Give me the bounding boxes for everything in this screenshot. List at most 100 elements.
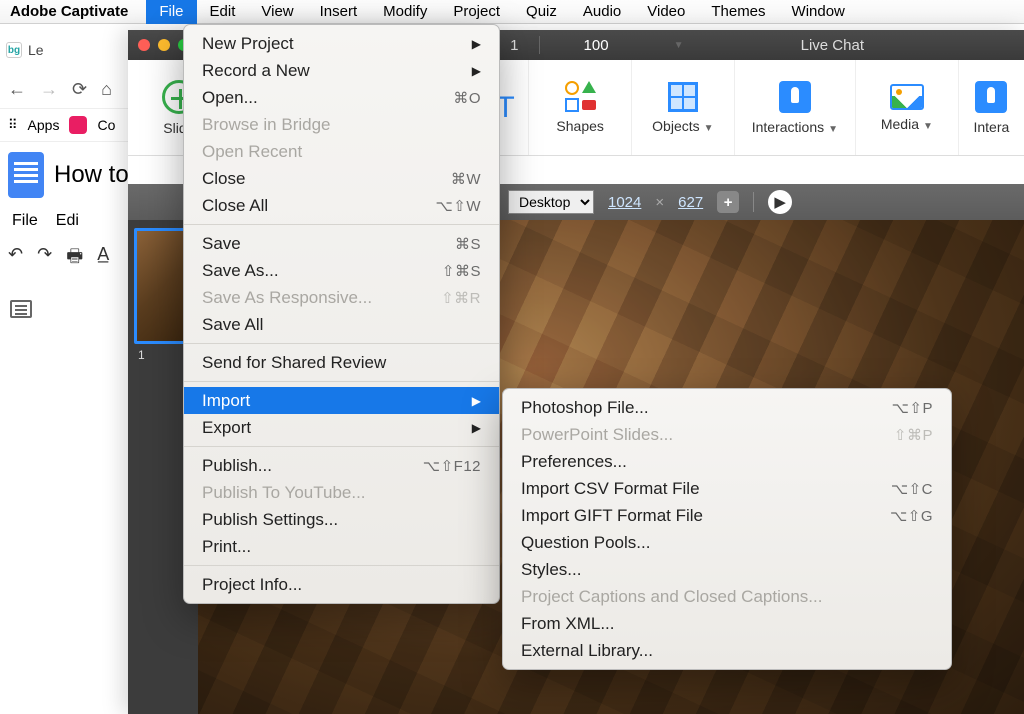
file-menu-item-new-project[interactable]: New Project▶ [184, 30, 499, 57]
menu-project[interactable]: Project [440, 0, 513, 24]
file-menu-item-browse-in-bridge: Browse in Bridge [184, 111, 499, 138]
menu-themes[interactable]: Themes [698, 0, 778, 24]
menu-item-label: Open... [202, 88, 258, 108]
ribbon-shapes[interactable]: Shapes [529, 60, 632, 155]
menu-item-label: Photoshop File... [521, 398, 649, 418]
file-menu-item-save[interactable]: Save⌘S [184, 230, 499, 257]
ribbon-label: Interactions [752, 119, 824, 135]
file-menu-item-record-a-new[interactable]: Record a New▶ [184, 57, 499, 84]
file-menu-item-export[interactable]: Export▶ [184, 414, 499, 441]
preview-play-button[interactable]: ▶ [768, 190, 792, 214]
file-menu-item-send-for-shared-review[interactable]: Send for Shared Review [184, 349, 499, 376]
bookmark-apps[interactable]: Apps [28, 117, 60, 133]
menu-edit[interactable]: Edit [197, 0, 249, 24]
zoom-caret-icon[interactable]: ▼ [674, 40, 684, 51]
file-menu-item-import[interactable]: Import▶ [184, 387, 499, 414]
doc-menu-file[interactable]: File [12, 212, 38, 230]
menu-item-label: PowerPoint Slides... [521, 425, 673, 445]
file-menu-item-publish[interactable]: Publish...⌥⇧F12 [184, 452, 499, 479]
menu-window[interactable]: Window [779, 0, 858, 24]
media-icon [890, 84, 924, 110]
menu-item-label: New Project [202, 34, 294, 54]
zoom-value[interactable]: 100 [584, 37, 609, 54]
ribbon-interactions-2[interactable]: Intera [959, 60, 1024, 155]
file-menu-item-close-all[interactable]: Close All ⌥⇧W [184, 192, 499, 219]
menu-item-label: Close [202, 169, 245, 189]
submenu-arrow-icon: ▶ [472, 421, 481, 435]
file-menu-item-publish-to-youtube: Publish To YouTube... [184, 479, 499, 506]
file-menu-item-save-as-responsive: Save As Responsive...⇧⌘R [184, 284, 499, 311]
import-menu-item-question-pools[interactable]: Question Pools... [503, 529, 951, 556]
print-icon[interactable]: 🖶 [66, 244, 83, 274]
menu-view[interactable]: View [248, 0, 306, 24]
menu-item-label: Preferences... [521, 452, 627, 472]
import-menu-item-import-csv-format-file[interactable]: Import CSV Format File⌥⇧C [503, 475, 951, 502]
file-menu-item-save-all[interactable]: Save All [184, 311, 499, 338]
device-select[interactable]: Desktop [508, 190, 594, 214]
menu-item-label: External Library... [521, 641, 653, 661]
file-menu-item-publish-settings[interactable]: Publish Settings... [184, 506, 499, 533]
menu-item-label: From XML... [521, 614, 615, 634]
ribbon-interactions[interactable]: Interactions▼ [735, 60, 856, 155]
undo-icon[interactable]: ↶ [8, 244, 23, 274]
favicon-icon: bg [6, 42, 22, 58]
ribbon-media[interactable]: Media▼ [856, 60, 959, 155]
outline-icon[interactable] [10, 300, 32, 318]
menu-item-label: Import [202, 391, 250, 411]
menu-item-label: Import GIFT Format File [521, 506, 703, 526]
close-window-icon[interactable] [138, 39, 150, 51]
live-chat-link[interactable]: Live Chat [801, 37, 864, 54]
forward-icon[interactable]: → [40, 79, 58, 100]
minimize-window-icon[interactable] [158, 39, 170, 51]
doc-menu-edit[interactable]: Edi [56, 212, 79, 230]
menu-item-label: Save As Responsive... [202, 288, 372, 308]
browser-tab[interactable]: bgLe [6, 42, 44, 58]
menu-quiz[interactable]: Quiz [513, 0, 570, 24]
back-icon[interactable]: ← [8, 79, 26, 100]
shortcut-label: ⌥⇧W [435, 197, 481, 215]
reload-icon[interactable]: ⟳ [72, 79, 87, 100]
menu-item-label: Close All [202, 196, 268, 216]
import-menu-item-external-library[interactable]: External Library... [503, 637, 951, 664]
menu-insert[interactable]: Insert [307, 0, 371, 24]
ribbon-label: Media [881, 116, 919, 132]
menu-item-label: Save [202, 234, 241, 254]
bookmark-item[interactable]: Co [97, 117, 115, 133]
menu-item-label: Record a New [202, 61, 310, 81]
file-menu-item-close[interactable]: Close⌘W [184, 165, 499, 192]
ribbon-label: Shapes [556, 118, 603, 134]
interactions-icon [975, 81, 1007, 113]
menu-modify[interactable]: Modify [370, 0, 440, 24]
file-menu-item-project-info[interactable]: Project Info... [184, 571, 499, 598]
menu-item-label: Styles... [521, 560, 581, 580]
doc-title[interactable]: How to [54, 161, 129, 189]
ribbon-objects[interactable]: Objects▼ [632, 60, 735, 155]
shortcut-label: ⌥⇧P [892, 399, 933, 417]
file-menu-item-print[interactable]: Print... [184, 533, 499, 560]
apps-icon: ⠿ [8, 117, 18, 133]
bookmark-icon [69, 116, 87, 134]
canvas-width[interactable]: 1024 [608, 194, 641, 211]
ribbon-label: Objects [652, 118, 699, 134]
menu-video[interactable]: Video [634, 0, 698, 24]
menu-item-label: Publish... [202, 456, 272, 476]
import-menu-item-styles[interactable]: Styles... [503, 556, 951, 583]
import-menu-item-import-gift-format-file[interactable]: Import GIFT Format File ⌥⇧G [503, 502, 951, 529]
import-menu-item-photoshop-file[interactable]: Photoshop File... ⌥⇧P [503, 394, 951, 421]
redo-icon[interactable]: ↷ [37, 244, 52, 274]
separator [753, 192, 754, 212]
menu-audio[interactable]: Audio [570, 0, 634, 24]
home-icon[interactable]: ⌂ [101, 79, 112, 100]
add-breakpoint-button[interactable]: + [717, 191, 739, 213]
shortcut-label: ⌥⇧G [890, 507, 933, 525]
import-menu-item-preferences[interactable]: Preferences... [503, 448, 951, 475]
times-icon: × [655, 194, 664, 211]
file-menu-item-open[interactable]: Open...⌘O [184, 84, 499, 111]
menu-item-label: Send for Shared Review [202, 353, 386, 373]
file-menu-item-save-as[interactable]: Save As...⇧⌘S [184, 257, 499, 284]
shortcut-label: ⌥⇧C [891, 480, 933, 498]
canvas-height[interactable]: 627 [678, 194, 703, 211]
format-icon[interactable]: A̲ [97, 244, 109, 274]
import-menu-item-from-xml[interactable]: From XML... [503, 610, 951, 637]
menu-file[interactable]: File [146, 0, 196, 24]
